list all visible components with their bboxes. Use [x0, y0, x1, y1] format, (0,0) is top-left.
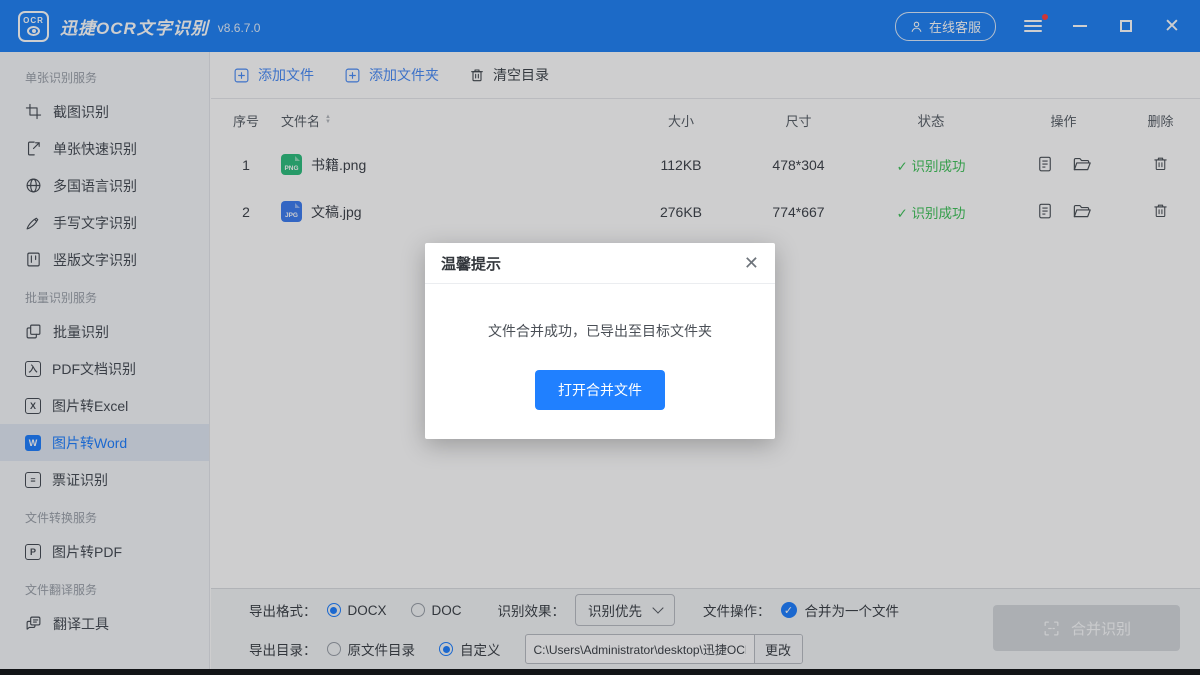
close-dialog-icon[interactable]: ✕: [744, 254, 759, 272]
dialog-title: 温馨提示: [441, 253, 501, 274]
dialog: 温馨提示 ✕ 文件合并成功，已导出至目标文件夹 打开合并文件: [425, 243, 775, 439]
dialog-message: 文件合并成功，已导出至目标文件夹: [425, 321, 775, 341]
dialog-header: 温馨提示 ✕: [425, 243, 775, 284]
open-merged-file-button[interactable]: 打开合并文件: [535, 370, 665, 410]
app-window: OCR 迅捷OCR文字识别 v8.6.7.0 在线客服 ✕ 单张识别服务 截图识…: [0, 0, 1200, 675]
